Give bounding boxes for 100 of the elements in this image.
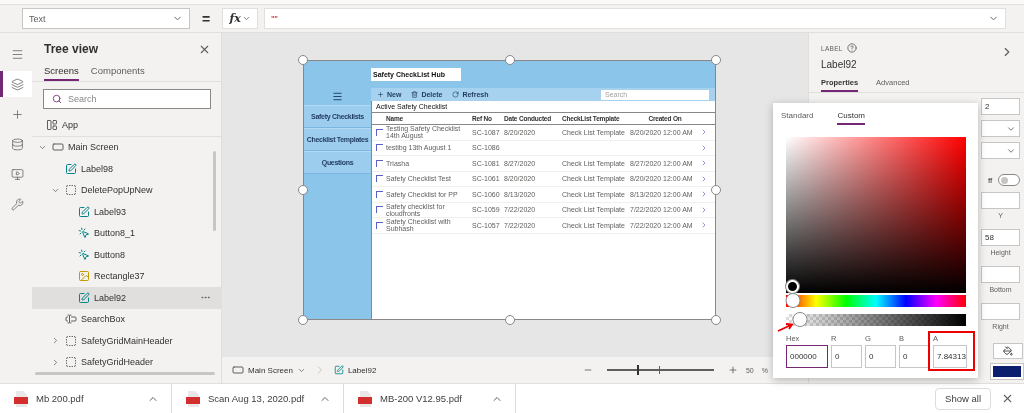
tree-item[interactable]: Label98 [32, 158, 221, 180]
panel-title: Tree view [44, 42, 99, 56]
toggle-switch[interactable] [998, 174, 1020, 186]
image-icon [78, 270, 90, 283]
button-icon [78, 227, 90, 240]
tree-item[interactable]: App [32, 115, 221, 137]
alpha-slider[interactable] [786, 314, 966, 326]
tree-item[interactable]: DeletePopUpNew [32, 179, 221, 201]
resize-handle[interactable] [504, 315, 515, 325]
checkbox[interactable] [376, 206, 383, 214]
input-field[interactable]: 0 [899, 345, 930, 368]
app-icon [46, 119, 58, 132]
close-icon[interactable] [1001, 392, 1014, 405]
download-item[interactable]: MB-200 V12.95.pdf [344, 384, 516, 413]
property-dropdown[interactable]: Text [22, 8, 190, 29]
paint-bucket-icon [1003, 346, 1013, 356]
tab[interactable]: Custom [837, 109, 866, 125]
group-icon [65, 184, 77, 197]
tree-item[interactable]: Rectangle37 [32, 265, 221, 287]
pdf-file-icon [14, 390, 28, 407]
screen-selector[interactable]: Main Screen [232, 364, 306, 376]
function-button[interactable]: fx [222, 8, 259, 29]
color-spectrum[interactable] [786, 137, 966, 293]
plus-icon[interactable] [727, 365, 738, 375]
chevron-right-icon[interactable] [51, 357, 60, 367]
tree-item[interactable]: SearchBox [32, 308, 221, 330]
input-field[interactable]: 000000 [786, 345, 828, 368]
input-field[interactable]: 58 [981, 229, 1020, 246]
plus-icon [11, 107, 24, 121]
checkbox[interactable] [376, 221, 383, 229]
plus-icon [377, 91, 384, 98]
hue-slider[interactable] [786, 295, 966, 307]
pointer-arrow [777, 322, 795, 332]
input-field[interactable] [981, 266, 1020, 283]
search-icon [52, 94, 62, 104]
tab[interactable]: Screens [44, 63, 79, 81]
input-field[interactable]: 0 [831, 345, 862, 368]
tree-item[interactable]: Button8 [32, 244, 221, 266]
chevron-down-icon [241, 14, 251, 23]
screen-icon [232, 364, 244, 376]
label-icon [65, 162, 77, 175]
fill-button[interactable] [993, 343, 1023, 359]
tree-item[interactable]: Label92 [32, 287, 221, 309]
refresh-icon [452, 91, 460, 98]
formula-field[interactable]: "" [264, 8, 1006, 29]
download-item[interactable]: Mb 200.pdf [0, 384, 172, 413]
database-icon [11, 137, 24, 151]
dropdown[interactable] [981, 142, 1020, 159]
resize-handle[interactable] [298, 185, 308, 195]
label-icon [78, 205, 90, 218]
toggle-label: ff [988, 175, 993, 185]
tab[interactable]: Standard [781, 109, 814, 125]
tree-item[interactable]: Label93 [32, 201, 221, 223]
group-icon [65, 334, 77, 347]
group-icon [65, 356, 77, 369]
pdf-file-icon [186, 390, 200, 407]
show-all-button[interactable]: Show all [935, 387, 991, 410]
button-icon [78, 248, 90, 261]
input-field[interactable]: 2 [981, 98, 1020, 115]
resize-handle[interactable] [298, 315, 308, 325]
tools-icon [11, 197, 24, 211]
trash-icon [411, 91, 419, 98]
sidebar-button[interactable] [0, 71, 32, 97]
control-breadcrumb[interactable]: Label92 [333, 365, 377, 375]
download-item[interactable]: Scan Aug 13, 2020.pdf [172, 384, 344, 413]
dropdown[interactable] [981, 120, 1020, 137]
chevron-right-icon[interactable] [51, 336, 60, 346]
label-icon [333, 365, 344, 375]
color-swatch[interactable] [991, 364, 1023, 379]
input-field[interactable]: 7.84313 [933, 345, 967, 368]
help-icon[interactable] [846, 43, 857, 53]
input-field[interactable] [981, 303, 1020, 320]
checkbox[interactable] [376, 175, 383, 183]
label-icon [78, 291, 90, 304]
tree-item[interactable]: SafetyGridHeader [32, 351, 221, 373]
resize-handle[interactable] [298, 55, 308, 65]
input-field[interactable]: 0 [865, 345, 896, 368]
checkbox[interactable] [376, 144, 383, 152]
menu-icon[interactable] [332, 91, 343, 102]
checkbox[interactable] [376, 159, 383, 167]
media-icon [11, 167, 24, 181]
resize-handle[interactable] [711, 185, 721, 195]
tree-item[interactable]: Main Screen [32, 136, 221, 158]
screen-icon [52, 141, 64, 154]
tree-item[interactable]: Button8_1 [32, 222, 221, 244]
menu-icon [11, 47, 24, 61]
resize-handle[interactable] [711, 315, 721, 325]
tab[interactable]: Components [90, 63, 145, 81]
tree-item[interactable]: SafetyGridMainHeader [32, 330, 221, 352]
checkbox[interactable] [376, 190, 383, 198]
resize-handle[interactable] [711, 55, 721, 65]
control-name: Label92 [821, 59, 858, 70]
textbox-icon [65, 313, 77, 326]
equals-sign: = [201, 10, 212, 27]
resize-handle[interactable] [504, 55, 515, 65]
layers-icon [11, 77, 24, 91]
search-field[interactable]: Search [43, 89, 211, 109]
checkbox[interactable] [376, 128, 383, 136]
input-field[interactable] [981, 192, 1020, 209]
pdf-file-icon [358, 390, 372, 407]
